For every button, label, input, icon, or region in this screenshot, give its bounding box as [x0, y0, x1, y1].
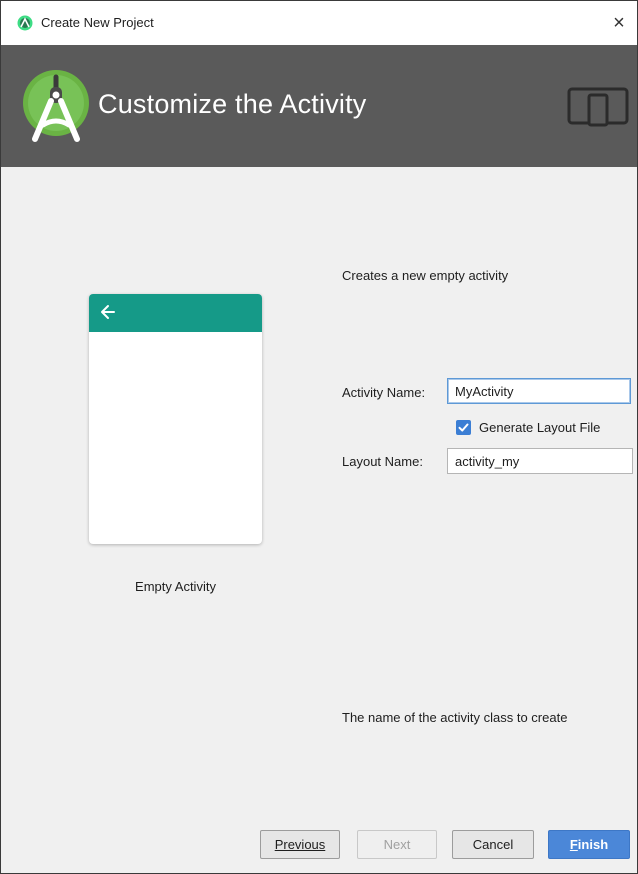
- phone-tablet-icon: [567, 87, 629, 127]
- android-studio-app-icon: [17, 15, 33, 31]
- layout-name-input[interactable]: [447, 448, 633, 474]
- generate-layout-label[interactable]: Generate Layout File: [479, 420, 600, 435]
- header-banner: Customize the Activity: [1, 45, 637, 167]
- close-icon[interactable]: ×: [613, 12, 625, 34]
- generate-layout-checkbox[interactable]: [456, 419, 471, 435]
- title-bar: Create New Project ×: [1, 1, 637, 45]
- preview-app-bar: [89, 294, 262, 332]
- cancel-button[interactable]: Cancel: [452, 830, 534, 859]
- previous-button[interactable]: Previous: [260, 830, 340, 859]
- generate-layout-checkbox-row[interactable]: Generate Layout File: [456, 418, 600, 436]
- activity-name-label: Activity Name:: [342, 385, 426, 400]
- template-name: Empty Activity: [135, 579, 216, 594]
- activity-template-preview: [89, 294, 262, 544]
- finish-mnemonic[interactable]: F: [570, 837, 578, 852]
- field-hint: The name of the activity class to create: [342, 710, 568, 725]
- close-button[interactable]: ×: [605, 9, 633, 37]
- layout-name-label: Layout Name:: [342, 454, 423, 469]
- page-title: Customize the Activity: [98, 89, 367, 119]
- window-title: Create New Project: [41, 15, 154, 30]
- android-studio-icon: [23, 70, 89, 142]
- activity-name-input[interactable]: [447, 378, 631, 404]
- next-button[interactable]: Next: [357, 830, 437, 859]
- finish-button[interactable]: Finish: [548, 830, 630, 859]
- template-description: Creates a new empty activity: [342, 268, 509, 283]
- create-new-project-dialog: Create New Project × Customize the Activ…: [0, 0, 638, 874]
- arrow-left-icon: [101, 305, 115, 319]
- checkmark-icon: [458, 423, 469, 431]
- finish-label[interactable]: inish: [578, 837, 608, 852]
